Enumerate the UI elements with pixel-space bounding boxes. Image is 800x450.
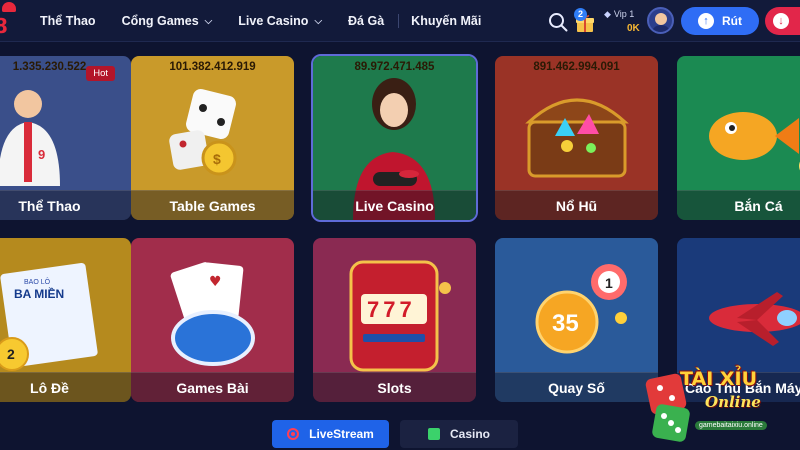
game-card-label: Thể Thao: [0, 190, 131, 220]
withdraw-button[interactable]: ↑ Rút: [681, 7, 759, 35]
tab-label: Casino: [449, 427, 490, 441]
game-card[interactable]: $101.382.412.919 Table Games: [131, 56, 294, 220]
deposit-button[interactable]: ↓: [765, 7, 800, 35]
game-card[interactable]: Bắn Cá: [677, 56, 800, 220]
casino-icon: [427, 428, 440, 440]
game-card[interactable]: 35 1 Quay Số: [495, 238, 658, 402]
logo-text: 8: [0, 14, 8, 38]
game-card[interactable]: ♥ Games Bài: [131, 238, 294, 402]
svg-text:BAO LÔ: BAO LÔ: [24, 277, 51, 286]
svg-text:9: 9: [38, 147, 45, 162]
nav-item-label: Khuyến Mãi: [411, 14, 482, 28]
game-card[interactable]: 89.972.471.485 Live Casino: [311, 54, 478, 222]
watermark-title: TÀI XỈU: [680, 368, 758, 390]
search-icon[interactable]: [548, 12, 568, 32]
game-card-label: Slots: [313, 372, 476, 402]
brand-logo[interactable]: 8: [0, 2, 24, 38]
svg-text:2: 2: [7, 346, 15, 362]
top-navigation-bar: 8 Thể Thao Cổng Games ⌵ Live Casino ⌵ Đá G…: [0, 0, 800, 42]
tab-casino[interactable]: Casino: [400, 420, 518, 448]
santa-hat-icon: [2, 2, 16, 12]
game-card-label: Table Games: [131, 190, 294, 220]
account-balance: 0K: [627, 23, 640, 34]
game-card-label: Live Casino: [313, 190, 476, 220]
nav-item-game-portal[interactable]: Cổng Games ⌵: [122, 14, 213, 28]
watermark-subtitle: Online: [705, 393, 761, 411]
svg-text:$: $: [213, 151, 221, 167]
avatar[interactable]: [647, 7, 674, 34]
nav-item-live-casino[interactable]: Live Casino ⌵: [238, 14, 322, 28]
avatar-face: [655, 13, 667, 25]
svg-text:♥: ♥: [209, 274, 222, 290]
gift-count-badge: 2: [574, 8, 587, 21]
nav-item-label: Đá Gà: [348, 14, 385, 28]
avatar-body: [651, 25, 671, 32]
game-card[interactable]: 891.462.994.091 Nổ Hũ: [495, 56, 658, 220]
svg-text:35: 35: [552, 310, 579, 337]
game-card-label: Games Bài: [131, 372, 294, 402]
chevron-down-icon: ⌵: [204, 15, 213, 27]
deposit-icon: ↓: [773, 13, 789, 29]
jackpot-amount: 891.462.994.091: [533, 61, 620, 73]
nav-item-label: Cổng Games: [121, 14, 199, 28]
tab-label: LiveStream: [309, 427, 374, 441]
jackpot-amount: 101.382.412.919: [169, 61, 256, 73]
broadcast-icon: [287, 428, 300, 440]
nav-item-cockfighting[interactable]: Đá Gà: [348, 14, 384, 28]
nav-item-label: Live Casino: [238, 14, 309, 28]
game-card-label: Nổ Hũ: [495, 190, 658, 220]
withdraw-icon: ↑: [698, 13, 714, 29]
hot-badge: Hot: [86, 66, 115, 81]
game-card[interactable]: 777 Slots: [313, 238, 476, 402]
vip-level[interactable]: ◆ Vip 1: [604, 9, 644, 20]
nav-item-label: Thể Thao: [40, 14, 96, 28]
svg-text:777: 777: [367, 297, 416, 322]
jackpot-amount: 89.972.471.485: [354, 61, 435, 73]
game-card-label: Lô Đề: [0, 372, 131, 402]
vip-level-label: Vip 1: [613, 9, 635, 19]
game-card-label: Quay Số: [495, 372, 658, 402]
chevron-down-icon: ⌵: [314, 15, 323, 27]
main-nav: Thể Thao Cổng Games ⌵ Live Casino ⌵ Đá Gà …: [40, 0, 507, 42]
nav-item-sports[interactable]: Thể Thao: [40, 14, 96, 28]
withdraw-label: Rút: [722, 14, 742, 28]
svg-text:BA MIỀN: BA MIỀN: [14, 286, 64, 301]
game-card[interactable]: 9 1.335.230.522 Hot Thể Thao: [0, 56, 131, 220]
svg-text:1: 1: [605, 275, 613, 291]
tab-livestream[interactable]: LiveStream: [272, 420, 389, 448]
nav-divider: [398, 14, 400, 28]
game-card-label: Bắn Cá: [677, 190, 800, 220]
watermark-url: gamebaitaixiu.online: [695, 421, 767, 430]
nav-item-promotions[interactable]: Khuyến Mãi: [411, 14, 481, 28]
diamond-icon: ◆: [604, 9, 611, 19]
game-card[interactable]: BAO LÔ BA MIỀN 2 Lô Đề: [0, 238, 131, 402]
